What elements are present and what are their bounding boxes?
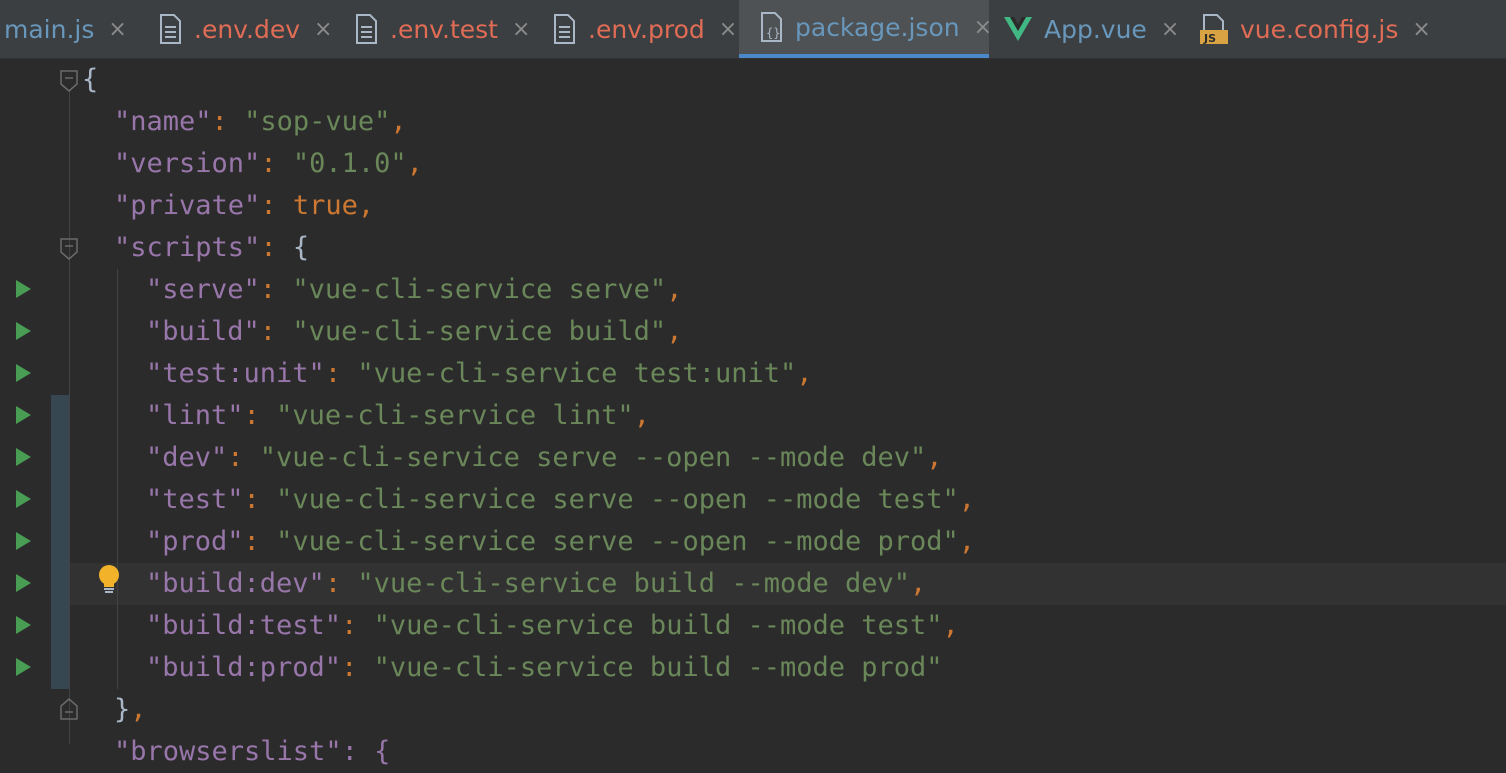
close-icon[interactable]: ×: [1161, 17, 1179, 42]
code-line: "private": true,: [114, 190, 375, 221]
close-icon[interactable]: ×: [108, 17, 126, 42]
vcs-change-marker: [51, 395, 69, 689]
indent-guide: [69, 91, 70, 744]
tab-app-vue[interactable]: App.vue ×: [1004, 0, 1184, 58]
json-key: "serve": [146, 274, 260, 305]
run-script-icon[interactable]: [16, 574, 31, 592]
tab-label: .env.prod: [588, 14, 705, 44]
tab-label: package.json: [795, 12, 960, 42]
script-line: "build:test": "vue-cli-service build --m…: [146, 610, 959, 641]
json-key: "version": [114, 148, 261, 179]
json-key: "build:test": [146, 610, 342, 641]
json-string: "sop-vue": [244, 106, 391, 137]
code-line: "version": "0.1.0",: [114, 148, 423, 179]
script-line: "lint": "vue-cli-service lint",: [146, 400, 650, 431]
text-file-icon: [554, 14, 575, 44]
json-string: "vue-cli-service serve --open --mode dev…: [259, 442, 927, 473]
script-line: "build:dev": "vue-cli-service build --mo…: [146, 568, 927, 599]
close-icon[interactable]: ×: [512, 17, 530, 42]
json-key: "build:dev": [146, 568, 325, 599]
script-line: "dev": "vue-cli-service serve --open --m…: [146, 442, 943, 473]
json-key: "name": [114, 106, 212, 137]
json-string: "vue-cli-service build --mode test": [373, 610, 943, 641]
code-line: {: [82, 64, 99, 95]
json-key: "test:unit": [146, 358, 325, 389]
svg-text:{}: {}: [766, 26, 780, 40]
json-string: "vue-cli-service serve --open --mode pro…: [276, 526, 959, 557]
tab-env-dev[interactable]: .env.dev ×: [158, 0, 338, 58]
close-icon[interactable]: ×: [1412, 17, 1430, 42]
json-file-icon: {}: [761, 12, 782, 42]
run-script-icon[interactable]: [16, 280, 31, 298]
close-icon[interactable]: ×: [974, 15, 992, 40]
script-line: "prod": "vue-cli-service serve --open --…: [146, 526, 976, 557]
script-line: "build:prod": "vue-cli-service build --m…: [146, 652, 943, 683]
vue-file-icon: [1004, 17, 1032, 41]
json-string: "vue-cli-service serve --open --mode tes…: [276, 484, 959, 515]
json-string: "0.1.0": [292, 148, 407, 179]
editor-tab-bar: main.js × .env.dev × .env.test × .env.pr…: [0, 0, 1506, 59]
tab-env-prod[interactable]: .env.prod ×: [552, 0, 738, 58]
json-key: "lint": [146, 400, 244, 431]
tab-label: .env.test: [390, 14, 498, 44]
svg-text:JS: JS: [1203, 32, 1216, 44]
code-line-partial: "browserslist": {: [114, 736, 391, 767]
tab-main-js[interactable]: main.js ×: [0, 0, 138, 58]
run-script-icon[interactable]: [16, 658, 31, 676]
close-icon[interactable]: ×: [314, 17, 332, 42]
tab-label: vue.config.js: [1240, 14, 1399, 44]
tab-label: App.vue: [1044, 14, 1147, 44]
script-line: "build": "vue-cli-service build",: [146, 316, 683, 347]
json-string: "vue-cli-service serve": [292, 274, 667, 305]
script-line: "test:unit": "vue-cli-service test:unit"…: [146, 358, 813, 389]
json-key: "private": [114, 190, 261, 221]
json-boolean: true: [292, 190, 358, 221]
run-script-icon[interactable]: [16, 448, 31, 466]
javascript-file-icon: JS: [1200, 14, 1228, 44]
run-script-icon[interactable]: [16, 532, 31, 550]
fold-icon: [60, 698, 78, 720]
run-script-icon[interactable]: [16, 406, 31, 424]
json-string: "vue-cli-service build": [292, 316, 667, 347]
run-script-icon[interactable]: [16, 616, 31, 634]
code-line: "name": "sop-vue",: [114, 106, 407, 137]
run-script-icon[interactable]: [16, 364, 31, 382]
json-string: "vue-cli-service test:unit": [357, 358, 797, 389]
code-editor[interactable]: { "name": "sop-vue", "version": "0.1.0",…: [0, 59, 1506, 767]
code-line: "scripts": {: [114, 232, 310, 263]
tab-label: main.js: [4, 14, 95, 44]
json-key: "test": [146, 484, 244, 515]
json-key: "prod": [146, 526, 244, 557]
json-string: "vue-cli-service lint": [276, 400, 634, 431]
tab-vue-config-js[interactable]: JS vue.config.js ×: [1200, 0, 1431, 58]
script-line: "test": "vue-cli-service serve --open --…: [146, 484, 976, 515]
tab-env-test[interactable]: .env.test ×: [354, 0, 534, 58]
json-key: "build": [146, 316, 260, 347]
fold-icon: [60, 238, 78, 260]
text-file-icon: [356, 14, 377, 44]
close-icon[interactable]: ×: [719, 17, 737, 42]
tab-package-json[interactable]: {} package.json ×: [739, 0, 992, 58]
code-line: },: [114, 694, 147, 725]
script-line: "serve": "vue-cli-service serve",: [146, 274, 683, 305]
fold-icon: [60, 70, 78, 92]
json-key: "scripts": [114, 232, 261, 263]
run-script-icon[interactable]: [16, 490, 31, 508]
run-script-icon[interactable]: [16, 322, 31, 340]
text-file-icon: [160, 14, 181, 44]
json-key: "build:prod": [146, 652, 342, 683]
tab-label: .env.dev: [194, 14, 301, 44]
json-string: "vue-cli-service build --mode dev": [357, 568, 911, 599]
json-key: "dev": [146, 442, 228, 473]
json-string: "vue-cli-service build --mode prod": [373, 652, 943, 683]
